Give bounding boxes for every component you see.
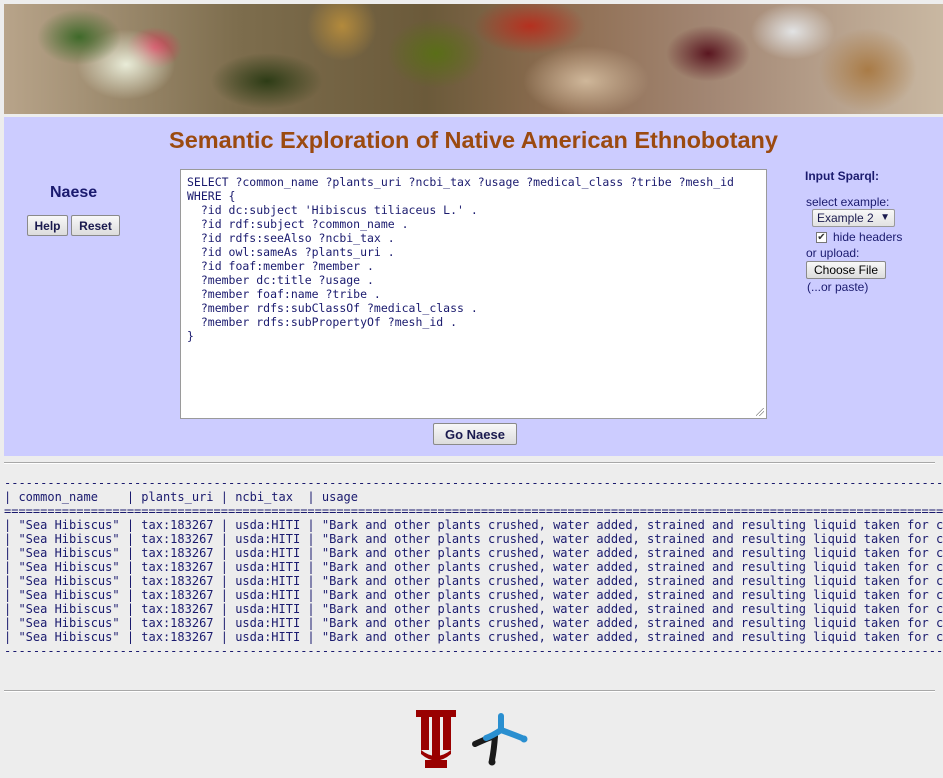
network-node-logo[interactable] [472,713,528,766]
table-row: | "Sea Hibiscus" | tax:183267 | usda:HIT… [4,630,943,644]
choose-file-button[interactable]: Choose File [806,261,886,279]
page-title: Semantic Exploration of Native American … [169,127,778,153]
hide-headers-checkbox[interactable]: ✔ [816,231,827,243]
table-row: | "Sea Hibiscus" | tax:183267 | usda:HIT… [4,518,943,532]
botanical-collage-banner [4,4,943,114]
table-row: | "Sea Hibiscus" | tax:183267 | usda:HIT… [4,602,943,616]
table-row: | "Sea Hibiscus" | tax:183267 | usda:HIT… [4,546,943,560]
query-panel: Semantic Exploration of Native American … [4,117,943,456]
go-naese-button[interactable]: Go Naese [433,423,517,445]
upload-label: or upload: [806,246,860,260]
example-select-value: Example 2 [817,211,874,225]
paste-label: (...or paste) [807,280,869,294]
logos-svg [416,710,528,768]
results-table: ----------------------------------------… [4,476,943,666]
example-select[interactable]: Example 2 ▼ [812,209,895,227]
input-sparql-label: Input Sparql: [805,169,879,183]
table-row: | "Sea Hibiscus" | tax:183267 | usda:HIT… [4,588,943,602]
table-row: | "Sea Hibiscus" | tax:183267 | usda:HIT… [4,560,943,574]
chevron-down-icon: ▼ [880,212,890,223]
query-text: SELECT ?common_name ?plants_uri ?ncbi_ta… [187,175,734,343]
indiana-university-trident-logo[interactable] [416,710,456,768]
table-row: | "Sea Hibiscus" | tax:183267 | usda:HIT… [4,574,943,588]
table-row: | "Sea Hibiscus" | tax:183267 | usda:HIT… [4,532,943,546]
sparql-query-textarea[interactable]: SELECT ?common_name ?plants_uri ?ncbi_ta… [180,169,767,419]
select-example-label: select example: [806,195,890,209]
results-border-top: ----------------------------------------… [4,476,943,490]
footer-logos [412,710,532,772]
results-header-row: | common_name | plants_uri | ncbi_tax | … [4,490,359,504]
results-header-separator: ========================================… [4,504,943,518]
results-border-bottom: ----------------------------------------… [4,644,943,658]
reset-button[interactable]: Reset [71,215,120,236]
table-row: | "Sea Hibiscus" | tax:183267 | usda:HIT… [4,616,943,630]
naese-label: Naese [50,184,98,201]
hide-headers-option[interactable]: ✔ hide headers [816,230,902,244]
divider [4,462,935,464]
hide-headers-label: hide headers [833,230,903,244]
help-button[interactable]: Help [27,215,68,236]
divider [4,690,935,692]
resize-grip-icon[interactable] [756,408,764,416]
